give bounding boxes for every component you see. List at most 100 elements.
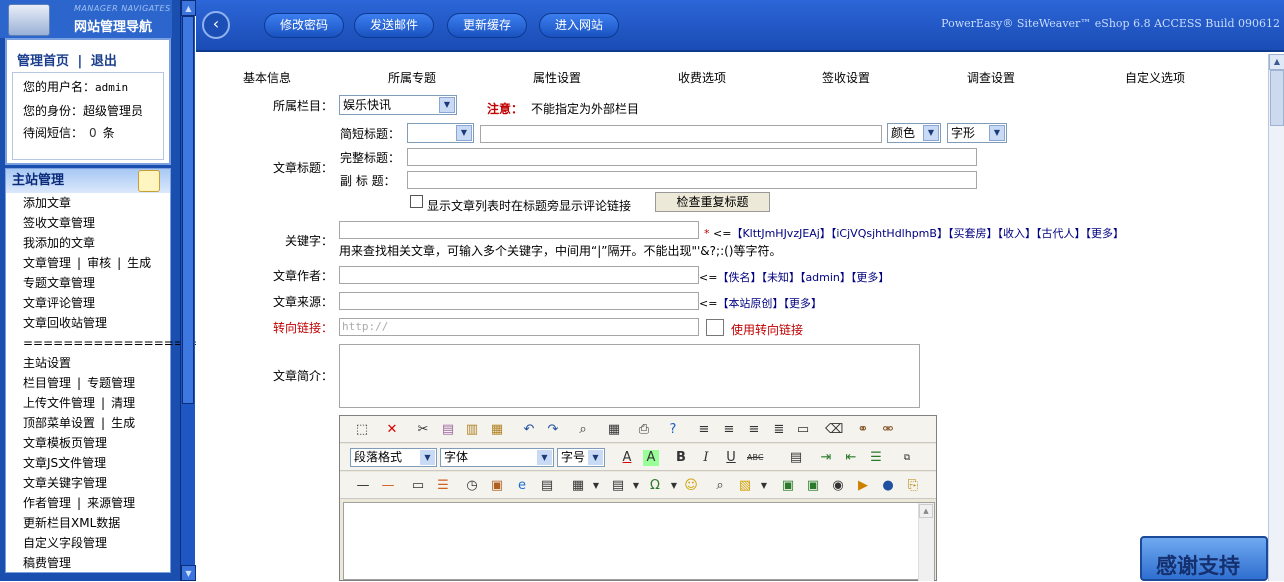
scroll-up-icon[interactable]: ▲ xyxy=(919,504,933,518)
menu-link[interactable]: 清理 xyxy=(111,396,135,410)
cut-icon[interactable]: ✂ xyxy=(415,422,431,438)
font-family-select[interactable]: 字体 ▼ xyxy=(440,448,554,467)
source-suggestion[interactable]: 【更多】 xyxy=(783,297,822,310)
short-title-input[interactable] xyxy=(480,125,882,143)
link-icon[interactable]: ⚭ xyxy=(855,422,871,438)
image-icon[interactable]: ▣ xyxy=(780,478,796,494)
copy-icon[interactable]: ▤ xyxy=(440,422,456,438)
author-suggestion[interactable]: 【未知】 xyxy=(761,271,800,284)
redirect-input[interactable]: http:// xyxy=(339,318,699,336)
eraser-icon[interactable]: ⌫ xyxy=(825,422,843,438)
emoticon-icon[interactable]: ☺ xyxy=(683,478,699,494)
marquee-icon[interactable]: ☰ xyxy=(435,478,451,494)
update-cache-button[interactable]: 更新缓存 xyxy=(447,13,527,38)
media-dropdown-icon[interactable]: ▼ xyxy=(756,478,772,494)
send-mail-button[interactable]: 发送邮件 xyxy=(354,13,434,38)
tab-custom-options[interactable]: 自定义选项 xyxy=(1125,69,1185,86)
menu-link[interactable]: 专题文章管理 xyxy=(23,276,95,290)
color-select[interactable]: 颜色 ▼ xyxy=(887,123,941,143)
line-icon[interactable]: — xyxy=(355,478,371,494)
attachment-icon[interactable]: ⎘ xyxy=(905,478,921,494)
colored-line-icon[interactable]: — xyxy=(380,478,396,494)
rm-video-icon[interactable]: ◉ xyxy=(830,478,846,494)
balloon-icon[interactable]: ● xyxy=(880,478,896,494)
use-redirect-checkbox[interactable] xyxy=(706,319,724,336)
source-suggestion[interactable]: 【本站原创】 xyxy=(717,297,783,310)
keyword-suggestion[interactable]: 【KlttJmHJvzJEAj】 xyxy=(731,227,830,240)
author-input[interactable] xyxy=(339,266,699,284)
underline-icon[interactable]: U xyxy=(723,450,739,466)
tab-attributes[interactable]: 属性设置 xyxy=(533,69,581,86)
menu-link[interactable]: 我添加的文章 xyxy=(23,236,95,250)
chevron-left-icon[interactable]: ‹ xyxy=(202,11,230,39)
scroll-up-icon[interactable]: ▲ xyxy=(181,0,196,16)
list-icon[interactable]: ☰ xyxy=(868,450,884,466)
source-code-icon[interactable]: ⧉ xyxy=(899,450,915,466)
tab-basic-info[interactable]: 基本信息 xyxy=(243,69,291,86)
enter-site-button[interactable]: 进入网站 xyxy=(539,13,619,38)
flash-icon[interactable]: ▣ xyxy=(805,478,821,494)
indent-icon[interactable]: ⇥ xyxy=(818,450,834,466)
keyword-suggestion[interactable]: 【买套房】 xyxy=(948,227,998,240)
font-style-select[interactable]: 字形 ▼ xyxy=(947,123,1007,143)
align-justify-icon[interactable]: ≣ xyxy=(771,422,787,438)
column-select[interactable]: 娱乐快讯 ▼ xyxy=(339,95,457,115)
keyword-suggestion[interactable]: 【iCjVQsjhtHdlhpmB】 xyxy=(831,227,948,240)
menu-link[interactable]: 添加文章 xyxy=(23,196,71,210)
main-scrollbar[interactable]: ▲ xyxy=(1268,54,1284,581)
select-all-icon[interactable]: ⬚ xyxy=(354,422,370,438)
bold-icon[interactable]: B xyxy=(673,450,689,466)
menu-link[interactable]: 文章管理 xyxy=(23,256,71,270)
paste-text-icon[interactable]: ▦ xyxy=(489,422,505,438)
paragraph-format-select[interactable]: 段落格式 ▼ xyxy=(350,448,437,467)
editor-scrollbar[interactable]: ▲ xyxy=(918,503,934,581)
tab-sign-settings[interactable]: 签收设置 xyxy=(822,69,870,86)
menu-link[interactable]: 签收文章管理 xyxy=(23,216,95,230)
special-char-icon[interactable]: Ω xyxy=(647,478,663,494)
scroll-down-icon[interactable]: ▼ xyxy=(181,565,196,581)
tab-special-topic[interactable]: 所属专题 xyxy=(388,69,436,86)
unlink-icon[interactable]: ⚮ xyxy=(880,422,896,438)
keyword-input[interactable] xyxy=(339,221,699,239)
print-icon[interactable]: ⎙ xyxy=(636,422,652,438)
special-char-dropdown-icon[interactable]: ▼ xyxy=(666,478,682,494)
full-title-input[interactable] xyxy=(407,148,977,166)
author-suggestion[interactable]: 【admin】 xyxy=(800,271,851,284)
align-left-icon[interactable]: ≡ xyxy=(696,422,712,438)
menu-link[interactable]: 来源管理 xyxy=(87,496,135,510)
menu-link[interactable]: 主站设置 xyxy=(23,356,71,370)
author-suggestion[interactable]: 【佚名】 xyxy=(717,271,761,284)
redo-icon[interactable]: ↷ xyxy=(545,422,561,438)
tab-survey-settings[interactable]: 调查设置 xyxy=(967,69,1015,86)
web-icon[interactable]: e xyxy=(514,478,530,494)
keyword-suggestion[interactable]: 【古代人】 xyxy=(1036,227,1086,240)
author-suggestion[interactable]: 【更多】 xyxy=(851,271,890,284)
editor-content-area[interactable]: ▲ xyxy=(343,502,935,581)
show-comment-checkbox[interactable] xyxy=(410,195,423,208)
horizontal-rule-icon[interactable]: ▤ xyxy=(788,450,804,466)
thanks-badge[interactable]: 感谢支持 xyxy=(1140,536,1268,581)
menu-link[interactable]: 顶部菜单设置 xyxy=(23,416,95,430)
textbox-icon[interactable]: ▭ xyxy=(410,478,426,494)
table-dropdown-icon[interactable]: ▼ xyxy=(588,478,604,494)
help-icon[interactable]: ? xyxy=(665,422,681,438)
check-duplicate-button[interactable]: 检查重复标题 xyxy=(655,192,770,212)
menu-link[interactable]: 自定义字段管理 xyxy=(23,536,107,550)
menu-link[interactable]: 上传文件管理 xyxy=(23,396,95,410)
table-icon[interactable]: ▦ xyxy=(570,478,586,494)
media-player-icon[interactable]: ▶ xyxy=(855,478,871,494)
keyword-suggestion[interactable]: 【更多】 xyxy=(1085,227,1124,240)
menu-link[interactable]: 稿费管理 xyxy=(23,556,71,570)
strikethrough-icon[interactable]: ABC xyxy=(747,450,763,466)
home-link[interactable]: 管理首页 xyxy=(17,54,69,69)
menu-link[interactable]: 审核 xyxy=(87,256,111,270)
align-center-icon[interactable]: ≡ xyxy=(721,422,737,438)
outdent-icon[interactable]: ⇤ xyxy=(843,450,859,466)
change-password-button[interactable]: 修改密码 xyxy=(264,13,344,38)
menu-link[interactable]: 作者管理 xyxy=(23,496,71,510)
italic-icon[interactable]: I xyxy=(698,450,714,466)
menu-link[interactable]: 文章模板页管理 xyxy=(23,436,107,450)
calculator-icon[interactable]: ▦ xyxy=(606,422,622,438)
font-size-select[interactable]: 字号 ▼ xyxy=(557,448,605,467)
menu-link[interactable]: 栏目管理 xyxy=(23,376,71,390)
